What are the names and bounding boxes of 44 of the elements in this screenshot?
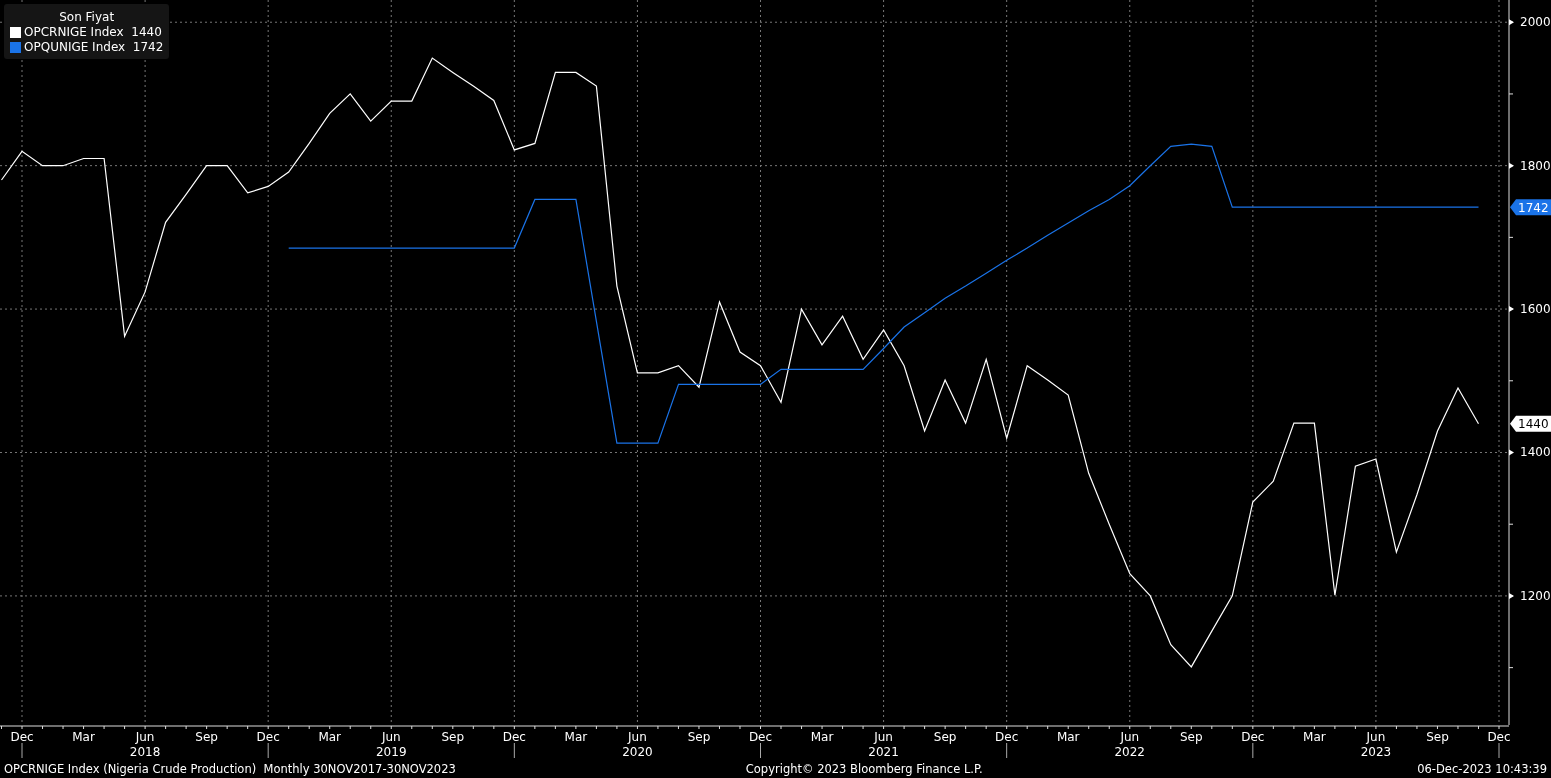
y-tick-label: 1800 [1520,158,1551,173]
x-tick-label: Sep [1180,730,1203,744]
copyright-text: Copyright© 2023 Bloomberg Finance L.P. [745,762,984,776]
year-label: 2023 [1360,745,1392,759]
x-tick-label: Mar [1303,730,1326,744]
x-tick-label: Jun [874,730,893,744]
x-tick-label: Dec [1487,730,1511,744]
x-tick-label: Mar [564,730,588,744]
legend-title: Son Fiyat [59,10,115,25]
y-tick-label: 1600 [1520,302,1551,317]
x-tick-label: Jun [135,730,155,744]
y-tick-label: 1400 [1520,445,1551,460]
x-tick-label: Dec [256,730,280,744]
x-tick-label: Jun [628,730,647,744]
y-tick-label: 2000 [1520,15,1551,30]
year-label: 2018 [129,745,161,759]
x-tick-label: Mar [318,730,342,744]
year-label: 2020 [622,745,653,759]
y-tick-label: 1200 [1520,588,1551,603]
year-label: 2022 [1114,745,1146,759]
last-value-badge: 1742 [1510,199,1551,216]
x-tick-label: Mar [810,730,834,744]
x-tick-label: Sep [1426,730,1449,744]
x-tick-label: Jun [1366,730,1386,744]
x-tick-label: Dec [1241,730,1265,744]
x-tick-label: Sep [933,730,957,744]
x-tick-label: Sep [195,730,218,744]
x-tick-label: Dec [502,730,526,744]
x-tick-label: Dec [995,730,1019,744]
x-tick-label: Sep [687,730,711,744]
x-tick-label: Dec [10,730,34,744]
chart-description: OPCRNIGE Index (Nigeria Crude Production) Monthly 30NOV2017-30NOV2023 [4,762,456,776]
x-tick-label: Mar [1056,730,1080,744]
year-label: 2021 [868,745,899,759]
legend-label: OPQUNIGE Index 1742 [24,40,164,55]
year-label: 2019 [376,745,407,759]
x-tick-label: Jun [1120,730,1140,744]
x-tick-label: Mar [72,730,95,744]
legend-label: OPCRNIGE Index 1440 [24,25,162,40]
x-tick-label: Sep [441,730,465,744]
x-tick-label: Jun [381,730,401,744]
x-tick-label: Dec [748,730,773,744]
last-value-badge: 1440 [1510,415,1551,432]
timestamp: 06-Dec-2023 10:43:39 [1417,762,1547,776]
